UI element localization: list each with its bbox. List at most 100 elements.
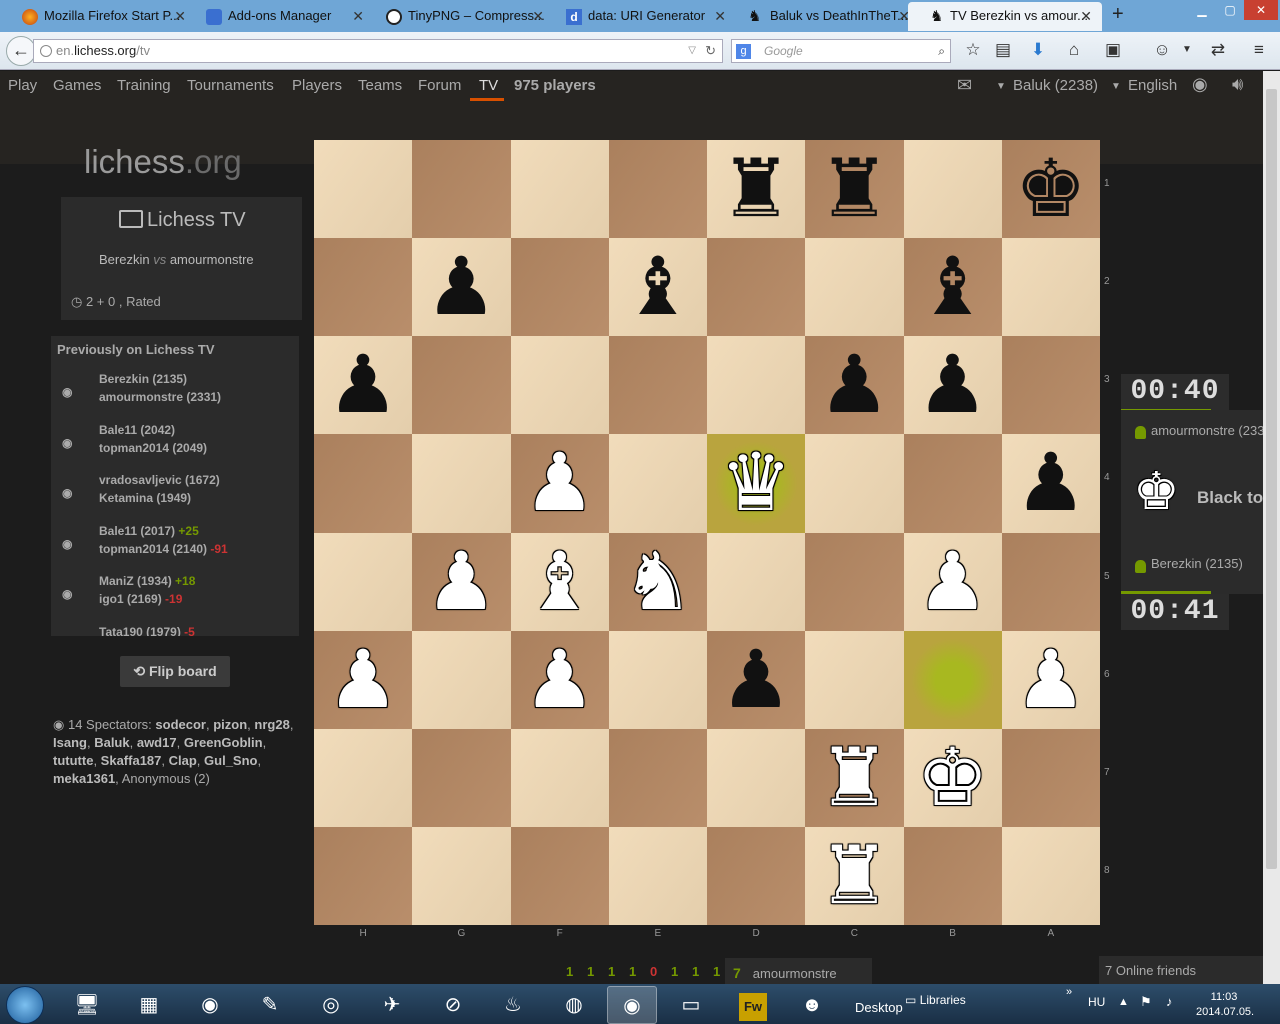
previous-game-player-1[interactable]: Berezkin (2135) bbox=[99, 372, 187, 386]
tab-data-uri[interactable]: d data: URI Generator ✕ bbox=[544, 2, 736, 31]
square-c4[interactable] bbox=[805, 434, 904, 533]
nav-tv[interactable]: TV bbox=[479, 77, 498, 94]
chess-piece[interactable]: ♟ bbox=[314, 631, 412, 729]
chess-piece[interactable]: ♟ bbox=[412, 238, 510, 336]
square-b1[interactable] bbox=[903, 140, 1002, 239]
language-indicator[interactable]: HU bbox=[1088, 995, 1105, 1009]
chess-piece[interactable]: ♝ bbox=[609, 238, 707, 336]
chess-piece[interactable]: ♟ bbox=[511, 631, 609, 729]
explorer-app-icon[interactable]: 🖥︎ bbox=[62, 986, 112, 1024]
desktop-toolbar[interactable]: Desktop bbox=[855, 1000, 903, 1015]
chess-piece[interactable]: ♟ bbox=[904, 533, 1002, 631]
previous-game-player-1[interactable]: Bale11 (2042) bbox=[99, 423, 175, 437]
previous-game-player-2[interactable]: igo1 (2169) -19 bbox=[99, 592, 182, 606]
nav-tournaments[interactable]: Tournaments bbox=[187, 77, 274, 94]
eye-icon[interactable]: ◉ bbox=[62, 385, 76, 399]
page-scrollbar[interactable] bbox=[1263, 71, 1280, 984]
chess-piece[interactable]: ♚ bbox=[904, 729, 1002, 827]
face-icon[interactable]: ☺ bbox=[1152, 40, 1172, 60]
eye-icon[interactable]: ◉ bbox=[62, 436, 76, 450]
previous-game-player-2[interactable]: Ketamina (1949) bbox=[99, 491, 191, 505]
square-c2[interactable] bbox=[805, 238, 904, 337]
spectator-name[interactable]: nrg28 bbox=[254, 717, 289, 732]
chess-piece[interactable]: ♝ bbox=[904, 238, 1002, 336]
libraries-toolbar[interactable]: ▭ Libraries bbox=[905, 993, 966, 1007]
menu-icon[interactable]: ≡ bbox=[1249, 40, 1269, 60]
spectator-name[interactable]: GreenGoblin bbox=[184, 735, 263, 750]
bottom-player-name[interactable]: Berezkin (2135) bbox=[1151, 556, 1243, 571]
square-a8[interactable] bbox=[1001, 826, 1100, 925]
square-g7[interactable] bbox=[412, 728, 511, 827]
square-h1[interactable] bbox=[314, 140, 413, 239]
close-icon[interactable]: ✕ bbox=[352, 2, 364, 30]
volume-icon[interactable]: ♪ bbox=[1166, 994, 1173, 1009]
square-e6[interactable] bbox=[608, 630, 707, 729]
previous-game-player-1[interactable]: Tata190 (1979) -5 bbox=[99, 625, 195, 637]
square-b6[interactable] bbox=[903, 630, 1002, 729]
previous-game-player-2[interactable]: topman2014 (2049) bbox=[99, 441, 207, 455]
chess-piece[interactable]: ♞ bbox=[609, 533, 707, 631]
chrome-icon[interactable]: ◉ bbox=[185, 986, 235, 1024]
previous-game-player-2[interactable]: amourmonstre (2331) bbox=[99, 390, 221, 404]
square-h4[interactable] bbox=[314, 434, 413, 533]
thunderbird-icon[interactable]: ◍ bbox=[549, 986, 599, 1024]
previous-game-item[interactable]: ◉ ManiZ (1934) +18 igo1 (2169) -19 bbox=[51, 574, 299, 620]
spectator-name[interactable]: Baluk bbox=[94, 735, 129, 750]
chevron-down-icon[interactable]: ▼ bbox=[1177, 40, 1197, 60]
square-a3[interactable] bbox=[1001, 336, 1100, 435]
sound-icon[interactable]: 🔊︎ bbox=[1232, 74, 1243, 95]
square-c6[interactable] bbox=[805, 630, 904, 729]
chess-piece[interactable]: ♜ bbox=[707, 140, 805, 238]
greenshot-icon[interactable]: ◎ bbox=[306, 986, 356, 1024]
nav-training[interactable]: Training bbox=[117, 77, 171, 94]
previous-game-player-1[interactable]: ManiZ (1934) +18 bbox=[99, 574, 195, 588]
spectator-name[interactable]: Isang bbox=[53, 735, 87, 750]
previous-game-item[interactable]: ◉ Bale11 (2017) +25 topman2014 (2140) -91 bbox=[51, 524, 299, 570]
downloads-icon[interactable]: ⬇ bbox=[1028, 40, 1048, 60]
eye-icon[interactable]: ◉ bbox=[62, 486, 76, 500]
nav-forum[interactable]: Forum bbox=[418, 77, 461, 94]
flame-icon[interactable]: ♨ bbox=[488, 986, 538, 1024]
square-e7[interactable] bbox=[608, 728, 707, 827]
square-f8[interactable] bbox=[510, 826, 609, 925]
square-f2[interactable] bbox=[510, 238, 609, 337]
close-icon[interactable]: ✕ bbox=[714, 2, 726, 30]
spectator-name[interactable]: sodecor bbox=[155, 717, 206, 732]
square-e3[interactable] bbox=[608, 336, 707, 435]
tab-tinypng[interactable]: TinyPNG – Compress... ✕ bbox=[364, 2, 554, 31]
envelope-icon[interactable]: ✉ bbox=[957, 75, 972, 96]
home-icon[interactable]: ⌂ bbox=[1064, 40, 1084, 60]
extension-icon[interactable]: ▣ bbox=[1103, 40, 1123, 60]
editor-icon[interactable]: ✎ bbox=[245, 986, 295, 1024]
previous-game-item[interactable]: ◉ Berezkin (2135) amourmonstre (2331) bbox=[51, 372, 299, 418]
square-d3[interactable] bbox=[707, 336, 806, 435]
chevron-right-icon[interactable]: » bbox=[1066, 986, 1072, 998]
chess-piece[interactable]: ♛ bbox=[707, 434, 805, 532]
new-tab-button[interactable]: + bbox=[1112, 3, 1124, 26]
spectator-name[interactable]: Clap bbox=[169, 753, 197, 768]
square-a5[interactable] bbox=[1001, 532, 1100, 631]
chess-piece[interactable]: ♟ bbox=[511, 434, 609, 532]
google-icon[interactable]: g bbox=[736, 44, 751, 59]
chess-piece[interactable]: ♚ bbox=[1002, 140, 1100, 238]
bird-icon[interactable]: ✈ bbox=[367, 986, 417, 1024]
chess-piece[interactable]: ♜ bbox=[805, 729, 903, 827]
previous-game-item[interactable]: ◉Tata190 (1979) -5 bbox=[51, 625, 299, 637]
close-icon[interactable]: ✕ bbox=[1080, 2, 1092, 30]
previous-game-player-2[interactable]: topman2014 (2140) -91 bbox=[99, 542, 228, 556]
reading-list-icon[interactable]: ▤ bbox=[993, 40, 1013, 60]
square-g6[interactable] bbox=[412, 630, 511, 729]
square-a7[interactable] bbox=[1001, 728, 1100, 827]
square-c5[interactable] bbox=[805, 532, 904, 631]
tab-baluk-game[interactable]: ♞ Baluk vs DeathInTheT... ✕ bbox=[726, 2, 920, 31]
tab-firefox-start[interactable]: Mozilla Firefox Start P... ✕ bbox=[0, 2, 196, 31]
top-player-name[interactable]: amourmonstre (2331) bbox=[1151, 423, 1263, 438]
gimp-icon[interactable]: ☻ bbox=[787, 986, 837, 1024]
online-friends[interactable]: 7 Online friends bbox=[1099, 956, 1263, 984]
players-count[interactable]: 975 players bbox=[514, 77, 596, 94]
square-d5[interactable] bbox=[707, 532, 806, 631]
tab-addons-manager[interactable]: Add-ons Manager ✕ bbox=[184, 2, 374, 31]
square-g3[interactable] bbox=[412, 336, 511, 435]
spectator-name[interactable]: pizon bbox=[213, 717, 247, 732]
square-d2[interactable] bbox=[707, 238, 806, 337]
